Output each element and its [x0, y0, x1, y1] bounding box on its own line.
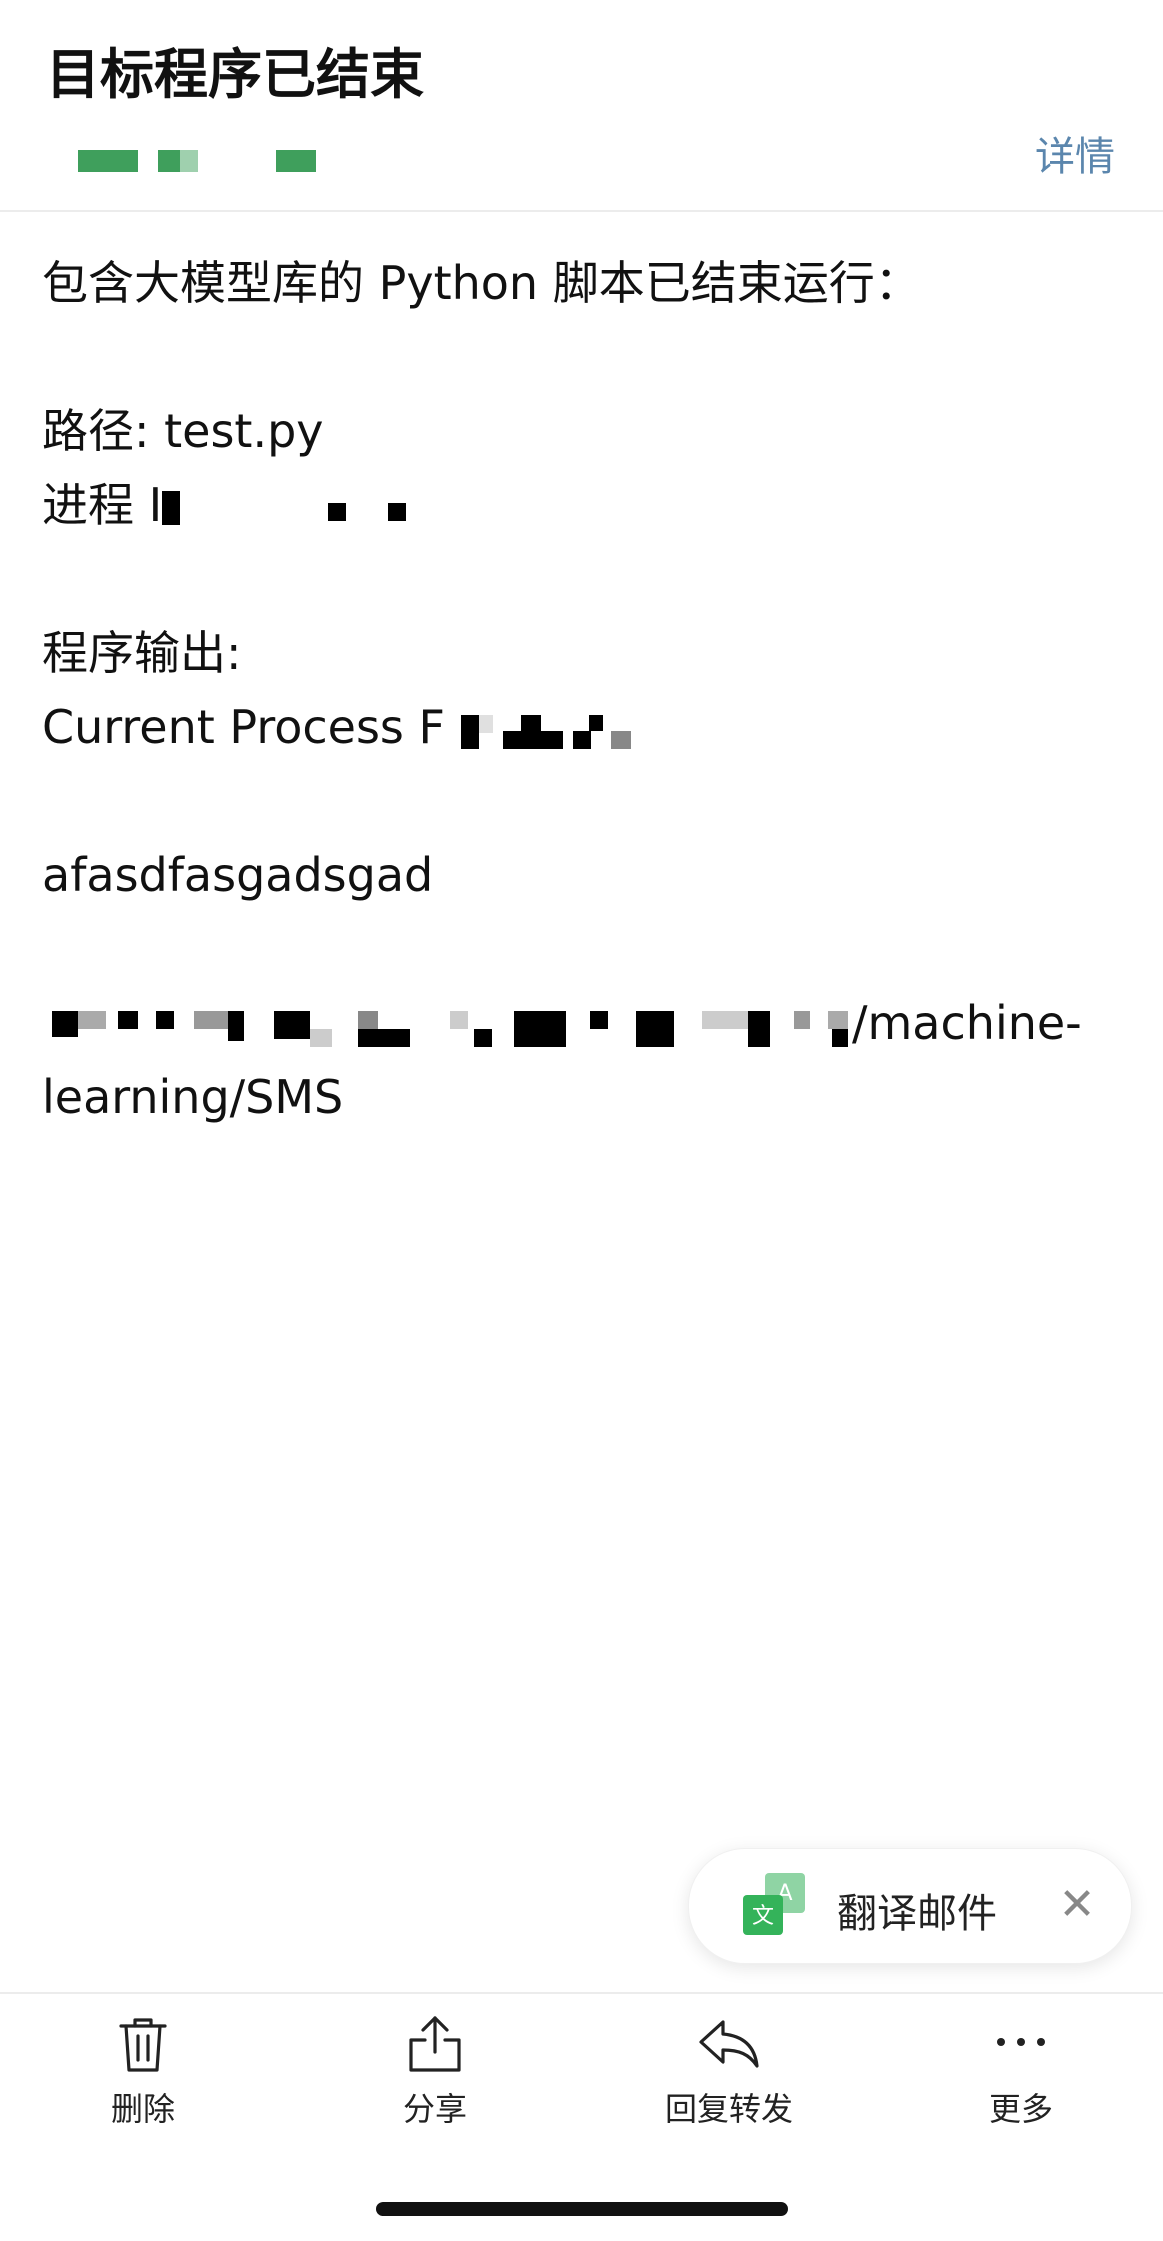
home-indicator[interactable]: [376, 2202, 788, 2216]
intro-line: 包含大模型库的 Python 脚本已结束运行：: [42, 256, 921, 310]
more-icon: [997, 2038, 1045, 2046]
sender-redacted-block: [78, 150, 138, 172]
pid-prefix: 进程 I: [42, 478, 163, 532]
pid-redacted-mosaic: [162, 489, 422, 529]
share-icon: [409, 2016, 461, 2072]
file-path-redacted-mosaic: [42, 1005, 852, 1049]
close-icon[interactable]: ✕: [1053, 1879, 1101, 1931]
translate-mail-label: 翻译邮件: [837, 1891, 997, 1937]
bottom-toolbar: 删除 分享 回复转发 更多: [0, 1992, 1163, 2241]
reply-forward-label: 回复转发: [664, 2090, 793, 2128]
pid-line: 进程 I: [42, 468, 1122, 542]
share-button[interactable]: 分享: [350, 2012, 520, 2132]
more-button[interactable]: 更多: [936, 2012, 1106, 2132]
translate-icon: A 文: [743, 1873, 805, 1935]
sender-redacted-block: [276, 150, 316, 172]
file-path-line: /machine-: [42, 986, 1122, 1060]
mail-subject: 目标程序已结束: [46, 43, 424, 106]
mail-body: 包含大模型库的 Python 脚本已结束运行： 路径: test.py 进程 I…: [42, 246, 1122, 1134]
path-line: 路径: test.py: [42, 404, 324, 458]
share-label: 分享: [402, 2090, 467, 2128]
translate-icon-front-letter: 文: [752, 1904, 774, 1929]
output-heading: 程序输出:: [42, 626, 242, 680]
file-path-suffix: /machine-: [852, 996, 1082, 1050]
details-link[interactable]: 详情: [1035, 124, 1115, 182]
sender-redacted-block: [158, 150, 180, 172]
more-label: 更多: [988, 2090, 1053, 2128]
current-process-prefix: Current Process F: [42, 700, 445, 754]
reply-forward-button[interactable]: 回复转发: [644, 2012, 814, 2132]
file-path-last-line: learning/SMS: [42, 1070, 344, 1124]
trash-icon: [119, 2018, 167, 2072]
mail-header: 目标程序已结束 详情: [0, 0, 1163, 212]
current-process-redacted-mosaic: [460, 709, 721, 753]
translate-mail-banner[interactable]: A 文 翻译邮件 ✕: [688, 1848, 1132, 1964]
delete-label: 删除: [110, 2090, 175, 2128]
current-process-line: Current Process F: [42, 690, 1122, 764]
delete-button[interactable]: 删除: [58, 2012, 228, 2132]
sender-redacted-block: [180, 150, 198, 172]
output-text-line: afasdfasgadsgad: [42, 848, 434, 902]
reply-icon: [699, 2020, 759, 2068]
